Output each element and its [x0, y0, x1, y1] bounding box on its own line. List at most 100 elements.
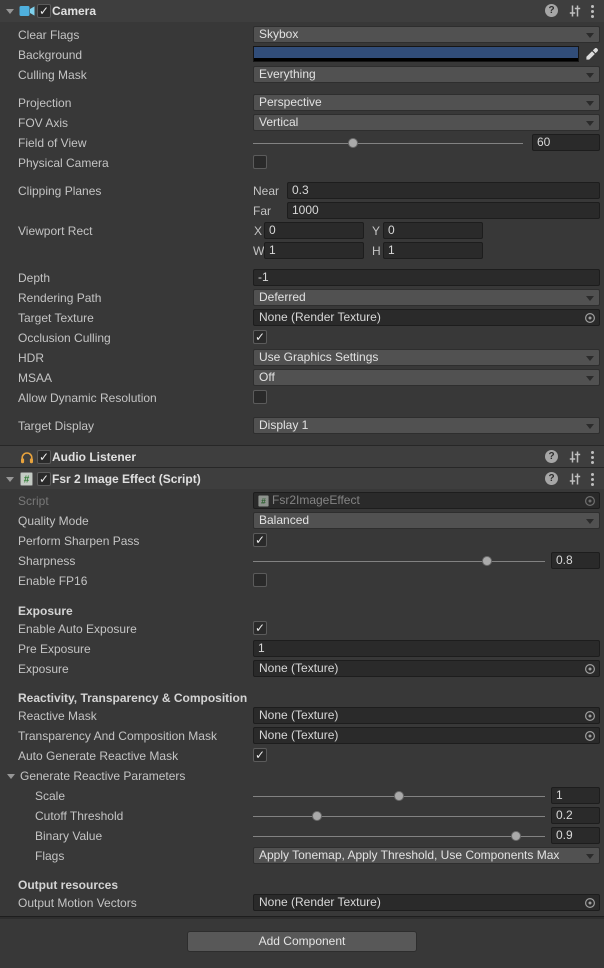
- enable-auto-exposure-checkbox[interactable]: ✓: [253, 621, 267, 635]
- camera-enabled-checkbox[interactable]: ✓: [37, 4, 51, 18]
- divider: [0, 916, 604, 919]
- row-pre-exposure: Pre Exposure 1: [0, 639, 604, 659]
- more-menu-icon[interactable]: [591, 473, 594, 476]
- field-of-view-value-input[interactable]: 60: [532, 134, 600, 151]
- field-label: Target Display: [18, 419, 94, 433]
- value-text: 1: [254, 641, 599, 656]
- foldout-arrow-icon[interactable]: [6, 9, 14, 14]
- slider-handle[interactable]: [394, 791, 404, 801]
- field-label: Target Texture: [18, 311, 94, 325]
- slider-handle[interactable]: [348, 138, 358, 148]
- far-input[interactable]: 1000: [287, 202, 600, 219]
- audio-listener-component-header[interactable]: ✓ Audio Listener ?: [0, 445, 604, 467]
- culling-mask-dropdown[interactable]: Everything: [253, 66, 600, 83]
- object-picker-icon[interactable]: [581, 729, 598, 742]
- sharpness-value-input[interactable]: 0.8: [551, 552, 600, 569]
- rendering-path-dropdown[interactable]: Deferred: [253, 289, 600, 306]
- row-exposure: Exposure None (Texture): [0, 659, 604, 679]
- help-icon[interactable]: ?: [545, 472, 558, 485]
- field-label: Culling Mask: [18, 68, 87, 82]
- object-picker-icon[interactable]: [581, 709, 598, 722]
- foldout-arrow-icon[interactable]: [6, 477, 14, 482]
- binary-value-slider[interactable]: [253, 836, 545, 837]
- presets-icon[interactable]: [568, 472, 582, 486]
- chevron-down-icon: [586, 424, 594, 429]
- pre-exposure-input[interactable]: 1: [253, 640, 600, 657]
- output-motion-vectors-object-field[interactable]: None (Render Texture): [253, 894, 600, 911]
- row-occlusion-culling: Occlusion Culling ✓: [0, 328, 604, 348]
- cutoff-threshold-slider[interactable]: [253, 816, 545, 817]
- object-picker-icon[interactable]: [581, 896, 598, 909]
- section-reactivity: Reactivity, Transparency & Composition: [0, 688, 604, 708]
- headphones-icon: [20, 450, 36, 464]
- more-menu-icon[interactable]: [591, 451, 594, 454]
- viewport-y-input[interactable]: 0: [383, 222, 483, 239]
- slider-handle[interactable]: [511, 831, 521, 841]
- add-component-button[interactable]: Add Component: [187, 931, 417, 952]
- unity-inspector-panel: ✓ Camera ? Clear Flags Skybox Background…: [0, 0, 604, 968]
- field-label: Depth: [18, 271, 50, 285]
- field-label: Clipping Planes: [18, 184, 101, 198]
- chevron-down-icon: [586, 121, 594, 126]
- flags-dropdown[interactable]: Apply Tonemap, Apply Threshold, Use Comp…: [253, 847, 600, 864]
- field-of-view-slider[interactable]: [253, 143, 523, 144]
- help-icon[interactable]: ?: [545, 4, 558, 17]
- dropdown-value: Perspective: [254, 95, 599, 110]
- quality-mode-dropdown[interactable]: Balanced: [253, 512, 600, 529]
- sharpness-slider[interactable]: [253, 561, 545, 562]
- object-picker-icon[interactable]: [581, 311, 598, 324]
- allow-dynamic-resolution-checkbox[interactable]: [253, 390, 267, 404]
- physical-camera-checkbox[interactable]: [253, 155, 267, 169]
- foldout-label[interactable]: Generate Reactive Parameters: [20, 769, 185, 783]
- audio-listener-enabled-checkbox[interactable]: ✓: [37, 450, 51, 464]
- viewport-w-input[interactable]: 1: [264, 242, 364, 259]
- occlusion-culling-checkbox[interactable]: ✓: [253, 330, 267, 344]
- fsr2-component-header[interactable]: # ✓ Fsr 2 Image Effect (Script) ?: [0, 467, 604, 489]
- presets-icon[interactable]: [568, 4, 582, 18]
- exposure-object-field[interactable]: None (Texture): [253, 660, 600, 677]
- auto-generate-reactive-mask-checkbox[interactable]: ✓: [253, 748, 267, 762]
- fov-axis-dropdown[interactable]: Vertical: [253, 114, 600, 131]
- chevron-down-icon: [586, 33, 594, 38]
- help-icon[interactable]: ?: [545, 450, 558, 463]
- target-texture-object-field[interactable]: None (Render Texture): [253, 309, 600, 326]
- binary-value-input[interactable]: 0.9: [551, 827, 600, 844]
- background-color-swatch[interactable]: [253, 46, 579, 62]
- perform-sharpen-pass-checkbox[interactable]: ✓: [253, 533, 267, 547]
- scale-value-input[interactable]: 1: [551, 787, 600, 804]
- foldout-arrow-icon[interactable]: [7, 774, 15, 779]
- msaa-dropdown[interactable]: Off: [253, 369, 600, 386]
- slider-handle[interactable]: [482, 556, 492, 566]
- projection-dropdown[interactable]: Perspective: [253, 94, 600, 111]
- field-label: Pre Exposure: [18, 642, 91, 656]
- camera-component-header[interactable]: ✓ Camera ?: [0, 0, 604, 22]
- enable-fp16-checkbox[interactable]: [253, 573, 267, 587]
- transparency-mask-object-field[interactable]: None (Texture): [253, 727, 600, 744]
- clear-flags-dropdown[interactable]: Skybox: [253, 26, 600, 43]
- script-object-field[interactable]: # Fsr2ImageEffect: [253, 492, 600, 509]
- eyedropper-icon[interactable]: [582, 46, 600, 62]
- fsr2-enabled-checkbox[interactable]: ✓: [37, 472, 51, 486]
- object-picker-icon[interactable]: [581, 494, 598, 507]
- reactive-mask-object-field[interactable]: None (Texture): [253, 707, 600, 724]
- cutoff-threshold-value-input[interactable]: 0.2: [551, 807, 600, 824]
- object-picker-icon[interactable]: [581, 662, 598, 675]
- row-reactive-mask: Reactive Mask None (Texture): [0, 706, 604, 726]
- near-input[interactable]: 0.3: [287, 182, 600, 199]
- chevron-down-icon: [586, 73, 594, 78]
- depth-input[interactable]: -1: [253, 269, 600, 286]
- value-text: 0.2: [552, 808, 599, 823]
- viewport-h-input[interactable]: 1: [383, 242, 483, 259]
- slider-handle[interactable]: [312, 811, 322, 821]
- field-label: Physical Camera: [18, 156, 109, 170]
- component-title: Audio Listener: [52, 450, 136, 464]
- hdr-dropdown[interactable]: Use Graphics Settings: [253, 349, 600, 366]
- more-menu-icon[interactable]: [591, 5, 594, 8]
- row-fov-axis: FOV Axis Vertical: [0, 113, 604, 133]
- scale-slider[interactable]: [253, 796, 545, 797]
- target-display-dropdown[interactable]: Display 1: [253, 417, 600, 434]
- presets-icon[interactable]: [568, 450, 582, 464]
- viewport-x-input[interactable]: 0: [264, 222, 364, 239]
- value-text: 0: [384, 223, 482, 238]
- object-value: None (Texture): [254, 708, 599, 723]
